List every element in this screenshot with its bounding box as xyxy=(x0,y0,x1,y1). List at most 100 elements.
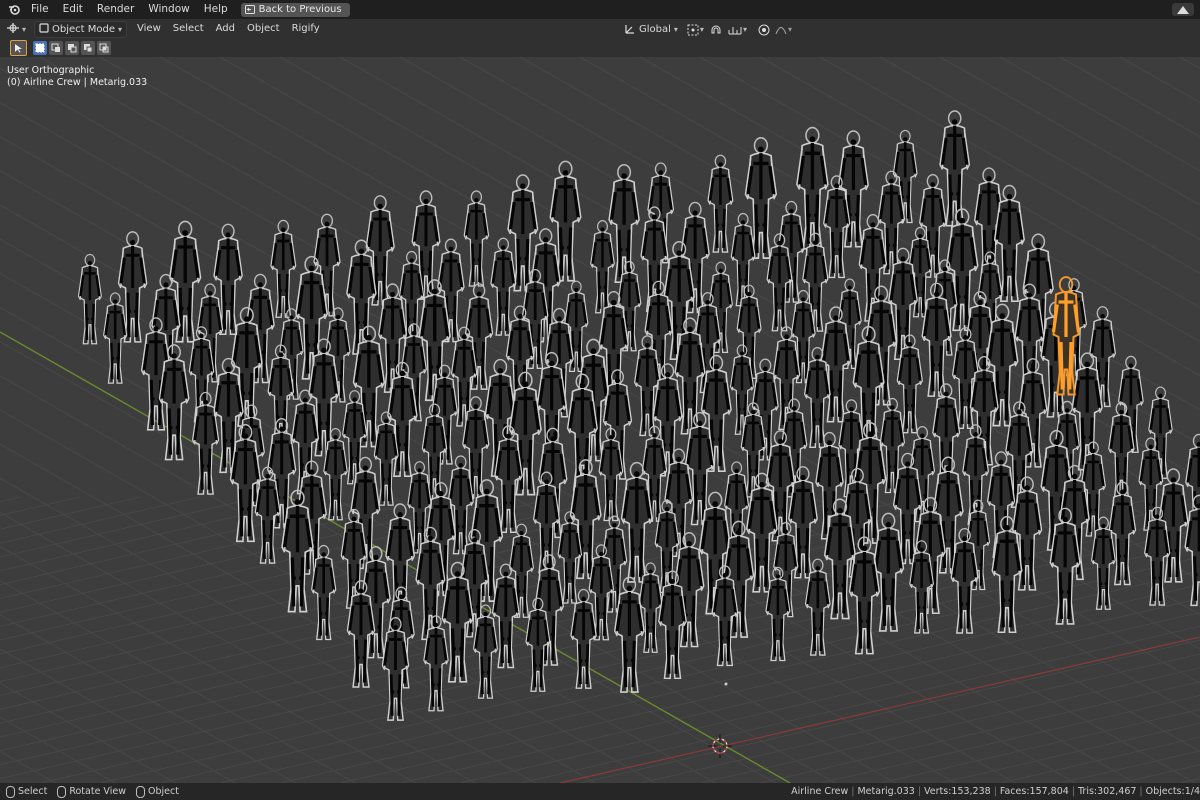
character-rig[interactable] xyxy=(422,614,450,713)
scene-icon[interactable] xyxy=(1172,3,1194,16)
grid-line xyxy=(0,716,117,783)
character-rig[interactable] xyxy=(157,343,191,462)
origin-point xyxy=(724,682,728,686)
character-rig[interactable] xyxy=(381,616,410,722)
menu-object[interactable]: Object xyxy=(241,19,286,39)
snap-increment-icon xyxy=(728,26,742,34)
snap-target-dropdown[interactable]: ▾ xyxy=(728,24,747,36)
status-hint-rotate: Rotate View xyxy=(51,785,130,798)
select-tool-button[interactable] xyxy=(10,40,27,56)
character-rig[interactable] xyxy=(804,557,832,657)
grid-line xyxy=(0,496,381,586)
back-to-previous-label: Back to Previous xyxy=(258,4,342,15)
character-rig[interactable] xyxy=(310,544,338,641)
character-rig[interactable] xyxy=(191,391,220,496)
status-bar: Select Rotate View Object Airline Crew | … xyxy=(0,783,1200,800)
orientation-icon xyxy=(625,23,636,37)
character-rig[interactable] xyxy=(871,511,906,633)
character-rig[interactable] xyxy=(472,603,499,700)
character-rig[interactable] xyxy=(822,174,852,279)
viewport-scene[interactable] xyxy=(0,57,1200,783)
falloff-dropdown[interactable]: ▾ xyxy=(775,25,792,35)
character-rig[interactable] xyxy=(1183,493,1200,607)
select-subtract-icon xyxy=(68,44,77,53)
editor-type-dropdown[interactable]: ▾ xyxy=(6,22,26,37)
tool-settings-bar xyxy=(0,39,1200,57)
stats-tris: Tris:302,467 xyxy=(1078,786,1137,797)
chevron-down-icon: ▾ xyxy=(699,25,704,34)
character-rig[interactable] xyxy=(633,334,662,437)
editor-type-icon xyxy=(6,22,20,37)
menu-edit[interactable]: Edit xyxy=(56,0,90,19)
character-rig[interactable] xyxy=(1107,480,1137,586)
active-object-label: (0) Airline Crew | Metarig.033 xyxy=(7,77,148,88)
character-rig[interactable] xyxy=(566,372,599,492)
menu-render[interactable]: Render xyxy=(90,0,141,19)
falloff-curve-icon xyxy=(775,26,787,34)
select-mode-subtract-button[interactable] xyxy=(65,41,79,55)
character-rig[interactable] xyxy=(847,535,881,656)
character-rig[interactable] xyxy=(920,281,953,398)
back-to-previous-button[interactable]: Back to Previous xyxy=(240,2,350,17)
character-rig[interactable] xyxy=(803,346,832,449)
select-new-icon xyxy=(35,43,45,53)
character-crowd[interactable] xyxy=(77,109,1200,722)
character-rig[interactable] xyxy=(1107,401,1136,503)
3d-viewport[interactable]: User Orthographic (0) Airline Crew | Met… xyxy=(0,57,1200,783)
grid-line xyxy=(0,496,21,503)
character-rig[interactable] xyxy=(373,410,400,507)
character-rig[interactable] xyxy=(764,566,792,662)
object-mode-icon xyxy=(39,22,49,36)
scene-statistics: Airline Crew | Metarig.033 | Verts:153,238… xyxy=(791,786,1200,797)
character-rig[interactable] xyxy=(491,562,521,669)
character-rig[interactable] xyxy=(228,423,262,543)
snap-toggle[interactable] xyxy=(708,23,724,37)
mouse-right-icon xyxy=(135,785,145,798)
character-rig[interactable] xyxy=(706,153,735,254)
pivot-point-dropdown[interactable]: ▾ xyxy=(687,24,704,36)
select-mode-intersect-button[interactable] xyxy=(97,41,111,55)
select-mode-extend-button[interactable] xyxy=(49,41,63,55)
character-rig[interactable] xyxy=(765,232,794,333)
status-hint-object: Object xyxy=(130,785,183,798)
character-rig[interactable] xyxy=(462,189,490,288)
select-mode-invert-button[interactable] xyxy=(81,41,95,55)
menu-window[interactable]: Window xyxy=(141,0,196,19)
top-menubar: File Edit Render Window Help Back to Pre… xyxy=(0,0,1200,20)
object-mode-dropdown[interactable]: Object Mode ▾ xyxy=(34,20,128,38)
menu-file[interactable]: File xyxy=(24,0,56,19)
character-rig[interactable] xyxy=(597,427,624,522)
menu-add[interactable]: Add xyxy=(210,19,241,39)
character-rig[interactable] xyxy=(102,291,128,385)
select-mode-new-button[interactable] xyxy=(33,41,47,55)
transform-controls: Global ▾ ▾ ▾ ▾ xyxy=(620,21,792,38)
status-hint-object-label: Object xyxy=(147,786,179,797)
back-icon xyxy=(244,5,255,14)
character-rig[interactable] xyxy=(1070,351,1104,472)
menu-rigify[interactable]: Rigify xyxy=(286,19,326,39)
character-rig[interactable] xyxy=(322,427,349,522)
stats-collection: Airline Crew xyxy=(791,786,849,797)
menu-view[interactable]: View xyxy=(131,19,167,39)
chevron-down-icon: ▾ xyxy=(22,24,27,34)
proportional-editing-icon xyxy=(758,24,770,35)
menu-select[interactable]: Select xyxy=(167,19,210,39)
character-rig[interactable] xyxy=(77,253,103,345)
character-rig[interactable] xyxy=(341,389,368,486)
character-rig[interactable] xyxy=(345,579,377,689)
character-rig[interactable] xyxy=(990,515,1024,634)
character-rig[interactable] xyxy=(589,219,616,315)
proportional-editing-toggle[interactable] xyxy=(757,23,771,37)
menu-help[interactable]: Help xyxy=(197,0,235,19)
character-rig[interactable] xyxy=(730,212,757,307)
character-rig[interactable] xyxy=(280,488,315,614)
transform-orientation-dropdown[interactable]: Global ▾ xyxy=(620,21,683,38)
blender-logo-icon[interactable] xyxy=(0,0,24,19)
status-hint-select-label: Select xyxy=(18,786,48,797)
stats-objects: Objects:1/4 xyxy=(1145,786,1200,797)
viewport-header: ▾ Object Mode ▾ View Select Add Object R… xyxy=(0,19,1200,39)
grid-line xyxy=(0,496,261,558)
grid-line xyxy=(1179,57,1200,69)
character-rig[interactable] xyxy=(556,510,583,605)
character-rig[interactable] xyxy=(657,569,688,680)
